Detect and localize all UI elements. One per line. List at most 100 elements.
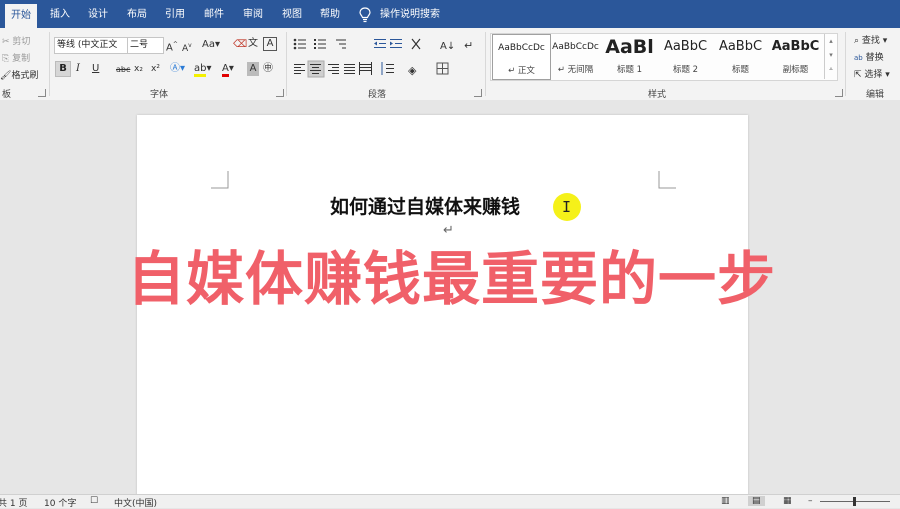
style-preview: AaBbCcDc: [498, 43, 545, 53]
style-normal[interactable]: AaBbCcDc ↵ 正文: [492, 34, 551, 80]
format-painter-label: 格式刷: [11, 71, 39, 81]
styles-scrollbar[interactable]: ▴ ▾ ⩡: [824, 34, 837, 79]
text-effects-icon[interactable]: Ⓐ▾: [170, 62, 185, 76]
svg-text:A↓: A↓: [440, 41, 455, 52]
character-border-button[interactable]: A: [263, 37, 277, 51]
separator: [49, 32, 50, 96]
zoom-slider-thumb[interactable]: [853, 497, 856, 506]
page-count[interactable]: 共 1 页: [0, 496, 27, 509]
line-spacing-icon: [381, 62, 394, 75]
read-mode-icon[interactable]: ▥: [721, 496, 730, 506]
proofing-icon[interactable]: ☐: [90, 496, 98, 506]
borders-icon: [436, 62, 449, 75]
clear-formatting-icon[interactable]: ⌫: [233, 38, 247, 52]
enclose-characters-button[interactable]: ㊥: [263, 62, 273, 76]
style-label: ↵ 无间隔: [557, 65, 594, 75]
paragraph-controls: A↓ ↵ ◈: [293, 38, 473, 78]
scroll-down-icon[interactable]: ▾: [825, 48, 837, 62]
grow-font-label: A: [166, 42, 173, 54]
font-size-combo[interactable]: 二号: [127, 37, 164, 54]
font-group-label: 字体: [150, 90, 169, 100]
tab-mailings[interactable]: 邮件: [204, 0, 224, 28]
scroll-up-icon[interactable]: ▴: [825, 34, 837, 48]
document-title-text[interactable]: 如何通过自媒体来赚钱: [330, 192, 520, 219]
paragraph-launcher-icon[interactable]: [474, 89, 482, 97]
select-button[interactable]: ⇱ 选择 ▾: [854, 67, 890, 80]
style-label: 标题: [731, 65, 749, 75]
underline-button[interactable]: U: [92, 62, 99, 76]
tab-review[interactable]: 审阅: [243, 0, 263, 28]
replace-button[interactable]: ab 替换: [854, 50, 884, 63]
editing-group-label: 编辑: [866, 90, 885, 100]
svg-text:↵: ↵: [464, 39, 473, 52]
shading-icon: ◈: [408, 64, 417, 77]
styles-launcher-icon[interactable]: [835, 89, 843, 97]
crop-mark-left: [211, 171, 229, 189]
align-right-icon: [328, 64, 339, 74]
replace-icon: ab: [854, 54, 863, 62]
print-layout-icon[interactable]: ▤: [748, 496, 765, 506]
bullets-icon: [293, 38, 306, 50]
grow-font-button[interactable]: A^: [166, 38, 178, 55]
change-case-button[interactable]: Aa▾: [202, 38, 220, 52]
style-label: 标题 1: [616, 65, 643, 75]
highlight-color-icon[interactable]: ab▾: [194, 62, 212, 77]
language-indicator[interactable]: 中文(中国): [114, 496, 157, 509]
find-button[interactable]: ⌕ 查找 ▾: [854, 33, 887, 46]
format-painter-button[interactable]: 🖌格式刷: [0, 68, 38, 81]
phonetic-guide-button[interactable]: 文: [248, 37, 258, 51]
font-color-icon[interactable]: A▾: [222, 62, 234, 77]
style-preview: AaBbC: [771, 39, 820, 54]
multilevel-list-icon: [336, 39, 346, 49]
bold-button[interactable]: B: [55, 61, 71, 77]
separator: [485, 32, 486, 96]
italic-button[interactable]: I: [76, 62, 80, 76]
copy-label: 复制: [12, 54, 31, 64]
shrink-font-button[interactable]: Av: [182, 39, 192, 56]
style-title[interactable]: AaBbC 标题: [712, 34, 769, 78]
cut-label: 剪切: [12, 37, 31, 47]
paragraph-group-label: 段落: [368, 90, 387, 100]
zoom-out-icon[interactable]: –: [808, 496, 813, 506]
font-launcher-icon[interactable]: [276, 89, 284, 97]
more-styles-icon[interactable]: ⩡: [825, 62, 837, 76]
copy-button[interactable]: ⎘ 复制: [2, 51, 30, 64]
cut-button[interactable]: ✂ 剪切: [2, 34, 30, 47]
cursor-arrow-icon: ⇱: [854, 70, 862, 80]
tab-help[interactable]: 帮助: [320, 0, 340, 28]
change-case-label: Aa: [202, 39, 215, 50]
status-bar: 共 1 页 10 个字 ☐ 中文(中国) ▥ ▤ ▦ –: [0, 494, 900, 509]
style-heading-1[interactable]: AaBl 标题 1: [601, 34, 658, 78]
ibeam-cursor-icon: I: [562, 198, 572, 216]
tell-me-search[interactable]: 操作说明搜索: [380, 0, 440, 28]
tab-view[interactable]: 视图: [282, 0, 302, 28]
style-preview: AaBl: [605, 36, 654, 58]
strikethrough-button[interactable]: abc: [116, 63, 130, 77]
asian-layout-icon: [411, 38, 421, 50]
subscript-button[interactable]: x₂: [134, 62, 143, 76]
word-count[interactable]: 10 个字: [44, 496, 76, 509]
distributed-icon: [359, 62, 372, 75]
increase-indent-icon: [390, 39, 402, 48]
replace-label: 替换: [865, 53, 884, 63]
brush-icon: 🖌: [0, 71, 12, 81]
tab-layout[interactable]: 布局: [127, 0, 147, 28]
separator: [845, 32, 846, 96]
clipboard-launcher-icon[interactable]: [38, 89, 46, 97]
web-layout-icon[interactable]: ▦: [783, 496, 792, 506]
style-no-spacing[interactable]: AaBbCcDc ↵ 无间隔: [547, 34, 604, 78]
style-subtitle[interactable]: AaBbC 副标题: [767, 34, 824, 78]
tab-design[interactable]: 设计: [88, 0, 108, 28]
caption-overlay: 自媒体赚钱最重要的一步: [127, 245, 777, 313]
tab-insert[interactable]: 插入: [50, 0, 70, 28]
style-heading-2[interactable]: AaBbC 标题 2: [657, 34, 714, 78]
tab-references[interactable]: 引用: [165, 0, 185, 28]
style-preview: AaBbC: [663, 39, 708, 54]
clipboard-group-label: 板: [2, 90, 12, 100]
font-name-combo[interactable]: 等线 (中文正文: [54, 37, 128, 54]
style-label: 标题 2: [672, 65, 699, 75]
superscript-button[interactable]: x²: [151, 62, 160, 76]
svg-text:◈: ◈: [408, 64, 417, 77]
style-label: ↵ 正文: [508, 66, 535, 76]
character-shading-icon[interactable]: A: [247, 62, 259, 76]
